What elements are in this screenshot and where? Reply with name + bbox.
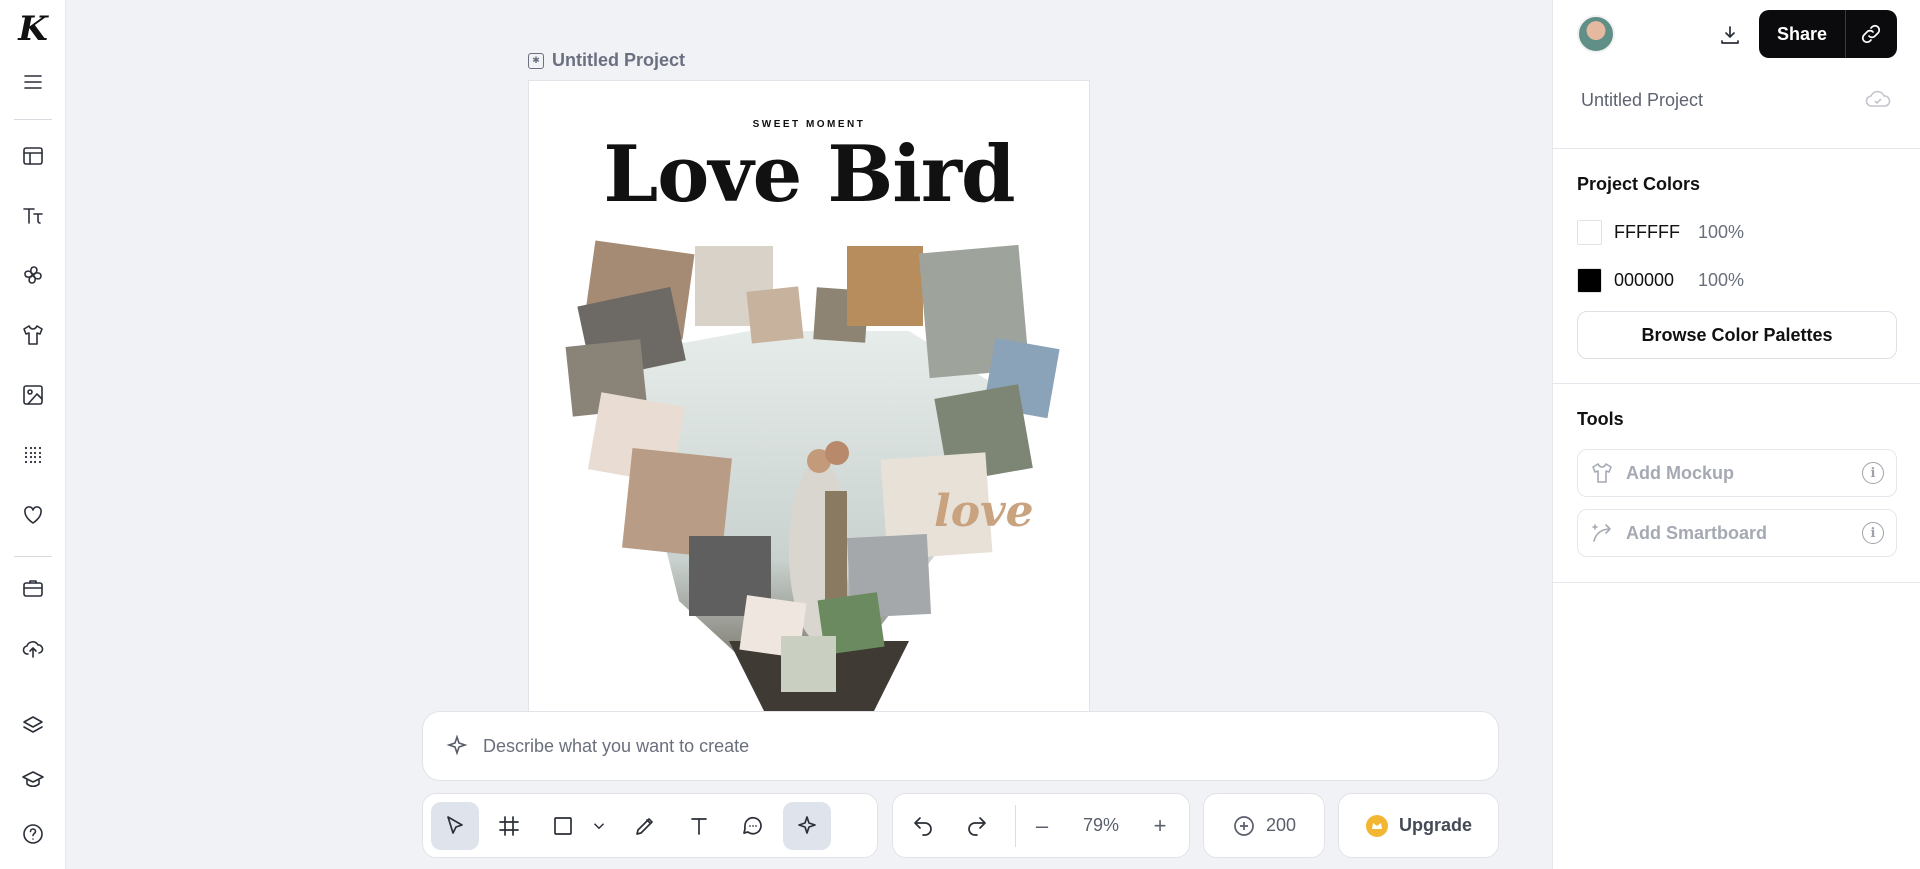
shape-dropdown-button[interactable] xyxy=(587,817,611,835)
ai-prompt-input[interactable]: Describe what you want to create xyxy=(422,711,1499,781)
elements-icon[interactable] xyxy=(0,255,66,295)
project-colors-title: Project Colors xyxy=(1577,174,1701,194)
pen-tool-button[interactable] xyxy=(621,802,669,850)
balloon-text: love xyxy=(934,486,1034,537)
info-icon[interactable]: i xyxy=(1862,522,1884,544)
sidebar-divider xyxy=(14,556,52,557)
text-tool-button[interactable] xyxy=(675,802,723,850)
zoom-level[interactable]: 79% xyxy=(1054,815,1148,836)
artboard-title: Love Bird xyxy=(603,129,1015,220)
tshirt-icon xyxy=(1592,463,1612,483)
color-hex: 000000 xyxy=(1614,270,1675,290)
sparkle-icon xyxy=(798,815,816,834)
pattern-icon[interactable] xyxy=(0,435,66,475)
avatar[interactable] xyxy=(1577,15,1615,53)
share-group: Share xyxy=(1759,10,1897,58)
photo-tile xyxy=(746,286,804,344)
ai-tool-button[interactable] xyxy=(783,801,831,850)
project-title[interactable]: Untitled Project xyxy=(1581,90,1703,111)
panel-divider xyxy=(1553,582,1920,583)
tool-label: Add Smartboard xyxy=(1626,522,1768,543)
text-t-icon xyxy=(691,817,707,835)
hash-frame-icon xyxy=(499,815,519,836)
layers-icon[interactable] xyxy=(0,706,66,746)
info-icon[interactable]: i xyxy=(1862,462,1884,484)
color-swatch[interactable] xyxy=(1577,220,1602,245)
copy-link-button[interactable] xyxy=(1846,10,1896,58)
download-button[interactable] xyxy=(1713,18,1747,52)
artboard-icon: ✱ xyxy=(528,52,544,69)
select-tool-button[interactable] xyxy=(431,801,479,850)
chevron-down-icon xyxy=(593,822,605,829)
cloud-sync-icon xyxy=(1865,88,1891,115)
browse-color-palettes-button[interactable]: Browse Color Palettes xyxy=(1577,311,1897,359)
groom-head xyxy=(825,441,849,465)
color-swatch[interactable] xyxy=(1577,268,1602,293)
upgrade-label: Upgrade xyxy=(1398,815,1472,835)
sidebar-divider xyxy=(14,119,52,120)
color-hex: FFFFFF xyxy=(1614,222,1680,242)
zoom-in-button[interactable]: + xyxy=(1148,813,1172,839)
history-zoom-group: – 79% + xyxy=(892,793,1190,858)
text-icon[interactable] xyxy=(0,196,66,236)
redo-icon xyxy=(968,816,986,836)
smartboard-sparkle-icon xyxy=(1592,524,1611,542)
pen-icon xyxy=(636,817,653,835)
credits-count: 200 xyxy=(1265,815,1297,835)
comment-tool-button[interactable] xyxy=(729,802,777,850)
upload-cloud-icon[interactable] xyxy=(0,628,66,668)
tools-title: Tools xyxy=(1577,409,1624,429)
plus-circle-icon xyxy=(1234,815,1254,836)
undo-button[interactable] xyxy=(899,802,947,850)
color-opacity: 100% xyxy=(1698,270,1745,290)
panel-divider xyxy=(1553,383,1920,384)
tshirt-icon[interactable] xyxy=(0,315,66,355)
square-icon xyxy=(554,816,572,835)
link-icon xyxy=(1861,24,1881,44)
color-opacity: 100% xyxy=(1698,222,1745,242)
templates-icon[interactable] xyxy=(0,136,66,176)
add-mockup-button[interactable]: Add Mockup i xyxy=(1577,449,1897,497)
left-sidebar: K xyxy=(0,0,66,869)
undo-icon xyxy=(914,816,932,836)
artboard-name: Untitled Project xyxy=(552,50,686,70)
sparkle-icon xyxy=(446,734,468,756)
heart-icon[interactable] xyxy=(0,495,66,535)
photo-tile xyxy=(847,246,923,326)
color-row[interactable]: 000000 100% xyxy=(1577,268,1744,293)
photo-tile xyxy=(781,636,836,692)
help-icon[interactable] xyxy=(0,814,66,854)
share-button[interactable]: Share xyxy=(1759,10,1846,58)
comment-icon xyxy=(743,816,762,835)
credits-button[interactable]: 200 xyxy=(1203,793,1325,858)
right-panel: Share Untitled Project Project Colors FF… xyxy=(1552,0,1920,869)
graduation-cap-icon[interactable] xyxy=(0,760,66,800)
add-smartboard-button[interactable]: Add Smartboard i xyxy=(1577,509,1897,557)
upgrade-button[interactable]: Upgrade xyxy=(1338,793,1499,858)
shape-tool-button[interactable] xyxy=(539,802,587,850)
redo-button[interactable] xyxy=(953,802,1001,850)
artboard[interactable]: love SWEET MOMENT Love Bird xyxy=(528,80,1090,780)
artboard-label[interactable]: ✱ Untitled Project xyxy=(528,50,685,71)
cursor-icon xyxy=(447,815,463,834)
zoom-out-button[interactable]: – xyxy=(1030,813,1054,839)
color-row[interactable]: FFFFFF 100% xyxy=(1577,220,1744,245)
download-icon xyxy=(1721,26,1739,44)
panel-divider xyxy=(1553,148,1920,149)
crown-icon xyxy=(1365,814,1388,837)
image-icon[interactable] xyxy=(0,375,66,415)
frame-tool-button[interactable] xyxy=(485,802,533,850)
tool-label: Add Mockup xyxy=(1626,462,1734,483)
menu-icon[interactable] xyxy=(0,62,66,102)
briefcase-icon[interactable] xyxy=(0,568,66,608)
tool-group xyxy=(422,793,878,858)
toolbar-divider xyxy=(1015,804,1016,847)
app-logo[interactable]: K xyxy=(12,8,54,50)
prompt-placeholder: Describe what you want to create xyxy=(483,735,750,756)
